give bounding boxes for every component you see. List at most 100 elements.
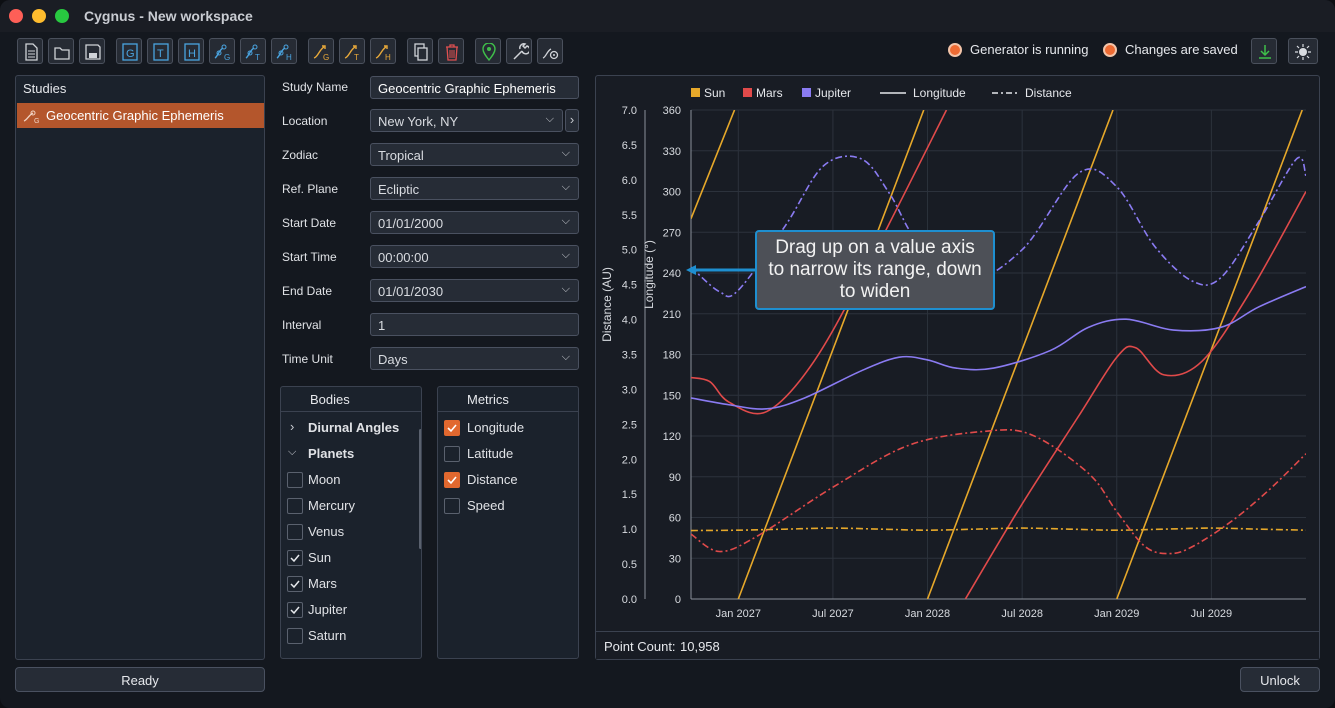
check-icon — [447, 424, 457, 433]
legend-label: Longitude — [913, 86, 966, 100]
distance-tick-label: 4.0 — [622, 315, 637, 327]
wrench-icon — [513, 43, 529, 60]
checkbox[interactable] — [444, 420, 460, 436]
zoom-window-button[interactable] — [55, 9, 69, 23]
x-tick-label: Jan 2029 — [1094, 608, 1139, 620]
callout-line-1: Drag up on a value axis — [775, 237, 975, 258]
start-date-select[interactable]: 01/01/2000 ⌵ — [370, 211, 579, 234]
distance-tick-label: 0.5 — [622, 559, 637, 571]
distance-tick-label: 2.0 — [622, 454, 637, 466]
save-button[interactable] — [79, 38, 105, 64]
point-count-label: Point Count: — [604, 639, 676, 654]
end-date-label: End Date — [282, 284, 333, 298]
start-time-label: Start Time — [282, 250, 337, 264]
svg-text:H: H — [385, 53, 391, 61]
chevron-down-icon: ⌵ — [561, 283, 570, 295]
generator-status-text: Generator is running — [970, 42, 1089, 57]
zodiac-select[interactable]: Tropical ⌵ — [370, 143, 579, 166]
longitude-axis-title: Longitude (°) — [642, 240, 656, 309]
checkbox[interactable] — [444, 472, 460, 488]
checkbox[interactable] — [444, 446, 460, 462]
study-h-icon: H — [375, 45, 391, 61]
ephemeris-chart[interactable]: 0.0 0.5 1.0 1.5 2.0 2.5 3.0 3.5 4.0 4.5 5.0 5.5 6.0 6… — [595, 75, 1320, 631]
legend-swatch — [802, 88, 811, 97]
distance-tick-label: 5.5 — [622, 210, 637, 222]
settings-graph-button[interactable] — [537, 38, 563, 64]
chart-footer: Point Count: 10,958 — [596, 631, 1319, 659]
longitude-tick-label: 60 — [669, 513, 681, 525]
longitude-tick-label: 150 — [663, 390, 681, 402]
delete-button[interactable] — [438, 38, 464, 64]
legend-swatch — [743, 88, 752, 97]
graph-h-button[interactable]: H — [271, 38, 297, 64]
status-ready: Ready — [15, 667, 265, 692]
generator-status-icon — [948, 43, 962, 57]
distance-axis-title: Distance (AU) — [600, 267, 614, 342]
legend-label: Distance — [1025, 86, 1072, 100]
study-name-label: Study Name — [282, 80, 349, 94]
open-folder-button[interactable] — [48, 38, 74, 64]
longitude-tick-label: 210 — [663, 309, 681, 321]
minimize-window-button[interactable] — [32, 9, 46, 23]
zodiac-value: Tropical — [378, 148, 424, 163]
metric-label: Distance — [467, 472, 518, 487]
legend-label: Mars — [756, 86, 783, 100]
graph-g-icon: G — [214, 44, 230, 61]
sun-distance-series — [691, 527, 1306, 532]
start-time-select[interactable]: 00:00:00 ⌵ — [370, 245, 579, 268]
g-chart-button[interactable]: G — [116, 38, 142, 64]
close-window-button[interactable] — [9, 9, 23, 23]
location-pin-button[interactable] — [475, 38, 501, 64]
callout-arrow — [686, 265, 755, 275]
longitude-tick-label: 0 — [675, 594, 681, 606]
study-g-button[interactable]: G — [308, 38, 334, 64]
graph-t-button[interactable]: T — [240, 38, 266, 64]
study-h-button[interactable]: H — [370, 38, 396, 64]
location-select[interactable]: New York, NY ⌵ — [370, 109, 563, 132]
study-t-button[interactable]: T — [339, 38, 365, 64]
ref-plane-select[interactable]: Ecliptic ⌵ — [370, 177, 579, 200]
h-chart-icon: H — [184, 43, 200, 61]
t-chart-button[interactable]: T — [147, 38, 173, 64]
theme-toggle-button[interactable] — [1288, 38, 1318, 64]
start-date-value: 01/01/2000 — [378, 216, 444, 231]
new-file-button[interactable] — [17, 38, 43, 64]
settings-graph-icon — [542, 48, 559, 60]
wrench-button[interactable] — [506, 38, 532, 64]
distance-tick-label: 0.0 — [622, 594, 637, 606]
ref-plane-label: Ref. Plane — [282, 182, 339, 196]
app-window: Cygnus - New workspace G T H G T H G T H Generat… — [0, 0, 1335, 708]
time-unit-value: Days — [378, 352, 408, 367]
end-date-select[interactable]: 01/01/2030 ⌵ — [370, 279, 579, 302]
distance-tick-label: 1.5 — [622, 489, 637, 501]
unlock-button[interactable]: Unlock — [1240, 667, 1320, 692]
sun-icon — [1295, 44, 1311, 60]
location-label: Location — [282, 114, 328, 128]
download-button[interactable] — [1251, 38, 1277, 64]
checkbox[interactable] — [444, 498, 460, 514]
longitude-tick-label: 360 — [663, 105, 681, 117]
callout-line-2: to narrow its range, down — [768, 259, 982, 280]
graph-t-icon: T — [245, 44, 260, 61]
longitude-tick-label: 30 — [669, 553, 681, 565]
mars-distance-series — [691, 429, 1306, 555]
x-tick-label: Jul 2027 — [812, 608, 854, 620]
graph-h-icon: H — [276, 44, 292, 61]
time-unit-select[interactable]: Days ⌵ — [370, 347, 579, 370]
location-more-button[interactable]: › — [565, 109, 579, 132]
x-tick-label: Jan 2028 — [905, 608, 950, 620]
legend-swatch — [691, 88, 700, 97]
study-item-selected[interactable]: G Geocentric Graphic Ephemeris — [17, 103, 264, 128]
interval-input[interactable]: 1 — [370, 313, 579, 336]
interval-label: Interval — [282, 318, 322, 332]
svg-text:G: G — [224, 53, 230, 61]
bodies-scrollbar[interactable] — [419, 429, 421, 549]
bodies-header: Bodies — [281, 387, 421, 412]
study-name-input[interactable]: Geocentric Graphic Ephemeris — [370, 76, 579, 99]
graph-g-button[interactable]: G — [209, 38, 235, 64]
saved-status-text: Changes are saved — [1125, 42, 1238, 57]
h-chart-button[interactable]: H — [178, 38, 204, 64]
study-g-icon: G — [313, 45, 329, 61]
copy-button[interactable] — [407, 38, 433, 64]
chevron-down-icon: ⌵ — [561, 351, 570, 363]
